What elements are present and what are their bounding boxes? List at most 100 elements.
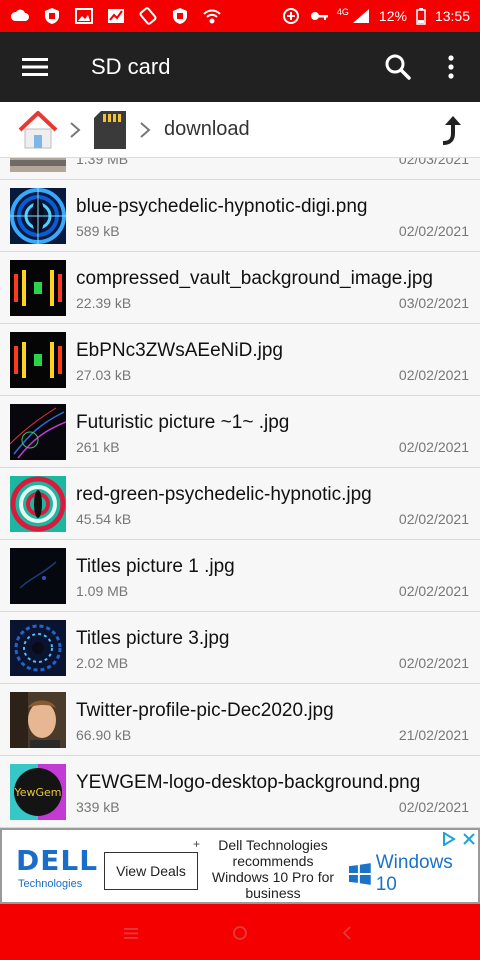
file-row[interactable]: YewGem YEWGEM-logo-desktop-background.pn… bbox=[0, 756, 480, 828]
thumb-red-green bbox=[10, 476, 66, 532]
wifi-hotspot-icon bbox=[202, 7, 222, 25]
thumb-portrait bbox=[10, 692, 66, 748]
windows-logo: Windows 10 bbox=[348, 852, 478, 896]
home-icon bbox=[18, 110, 58, 148]
ad-plus: + bbox=[193, 837, 201, 851]
file-date: 03/02/2021 bbox=[398, 295, 469, 311]
cloud-icon bbox=[10, 7, 30, 25]
status-bar: 4G 12% 13:55 bbox=[0, 0, 480, 32]
breadcrumb-current-folder[interactable]: download bbox=[164, 118, 250, 141]
chart-icon bbox=[106, 7, 126, 25]
file-name: compressed_vault_background_image.jpg bbox=[76, 268, 434, 289]
thumb-landscape bbox=[10, 158, 66, 172]
file-size: 22.39 kB bbox=[76, 295, 132, 311]
ad-brand: DELL bbox=[16, 844, 99, 877]
file-date: 02/02/2021 bbox=[398, 367, 469, 383]
rotate-icon bbox=[138, 7, 158, 25]
file-size: 589 kB bbox=[76, 223, 120, 239]
file-size: 66.90 kB bbox=[76, 727, 132, 743]
view-deals-button[interactable]: View Deals bbox=[104, 852, 198, 890]
file-date: 02/02/2021 bbox=[398, 583, 469, 599]
file-date: 02/02/2021 bbox=[398, 511, 469, 527]
page-title: SD card bbox=[91, 54, 171, 79]
ad-product: Windows 10 bbox=[375, 852, 453, 895]
search-button[interactable] bbox=[380, 49, 416, 85]
file-name: red-green-psychedelic-hypnotic.jpg bbox=[76, 484, 372, 505]
file-date: 02/03/2021 bbox=[398, 158, 469, 167]
back-icon bbox=[342, 926, 351, 940]
file-name: Titles picture 3.jpg bbox=[76, 628, 230, 649]
battery-icon bbox=[415, 7, 427, 25]
file-size: 339 kB bbox=[76, 799, 120, 815]
thumb-vault bbox=[10, 260, 66, 316]
back-button[interactable] bbox=[336, 922, 358, 944]
more-vert-icon bbox=[448, 55, 454, 79]
ad-choices-icon[interactable] bbox=[442, 832, 456, 846]
thumb-yewgem: YewGem bbox=[10, 764, 66, 820]
file-row[interactable]: Titles picture 3.jpg 2.02 MB 02/02/2021 bbox=[0, 612, 480, 684]
thumb-blue-psychedelic bbox=[10, 188, 66, 244]
file-row[interactable]: EbPNc3ZWsAEeNiD.jpg 27.03 kB 02/02/2021 bbox=[0, 324, 480, 396]
file-row[interactable]: 1.39 MB 02/03/2021 bbox=[0, 158, 480, 180]
sd-card-icon bbox=[94, 110, 126, 149]
file-name: EbPNc3ZWsAEeNiD.jpg bbox=[76, 340, 283, 361]
navigation-bar bbox=[0, 904, 480, 960]
ad-brand-sub: Technologies bbox=[18, 878, 83, 890]
file-row[interactable]: compressed_vault_background_image.jpg 22… bbox=[0, 252, 480, 324]
breadcrumb-home[interactable] bbox=[16, 108, 60, 152]
thumb-blue-swirl bbox=[10, 620, 66, 676]
file-date: 02/02/2021 bbox=[398, 223, 469, 239]
file-row[interactable]: Futuristic picture ~1~ .jpg 261 kB 02/02… bbox=[0, 396, 480, 468]
file-name: Titles picture 1 .jpg bbox=[76, 556, 235, 577]
circle-icon bbox=[233, 926, 247, 940]
windows-icon bbox=[348, 863, 371, 885]
file-list: 1.39 MB 02/03/2021 blue-psychedelic-hypn… bbox=[0, 158, 480, 828]
file-name: blue-psychedelic-hypnotic-digi.png bbox=[76, 196, 368, 217]
file-date: 02/02/2021 bbox=[398, 655, 469, 671]
close-ad-icon[interactable] bbox=[462, 832, 476, 846]
shield-icon bbox=[42, 7, 62, 25]
network-type: 4G bbox=[336, 7, 349, 17]
file-size: 261 kB bbox=[76, 439, 120, 455]
ad-banner[interactable]: DELL Technologies View Deals + Dell Tech… bbox=[0, 828, 480, 904]
more-options-button[interactable] bbox=[434, 49, 468, 85]
file-date: 21/02/2021 bbox=[398, 727, 469, 743]
file-row[interactable]: Titles picture 1 .jpg 1.09 MB 02/02/2021 bbox=[0, 540, 480, 612]
file-row[interactable]: Twitter-profile-pic-Dec2020.jpg 66.90 kB… bbox=[0, 684, 480, 756]
key-icon bbox=[309, 7, 329, 25]
file-name: Futuristic picture ~1~ .jpg bbox=[76, 412, 290, 433]
chevron-right-icon bbox=[64, 119, 86, 141]
thumb-vault bbox=[10, 332, 66, 388]
yewgem-logo-text: YewGem bbox=[13, 786, 61, 799]
file-row[interactable]: red-green-psychedelic-hypnotic.jpg 45.54… bbox=[0, 468, 480, 540]
search-icon bbox=[385, 54, 411, 80]
image-icon bbox=[74, 7, 94, 25]
dell-logo: DELL Technologies bbox=[16, 844, 97, 892]
recent-apps-button[interactable] bbox=[120, 922, 142, 944]
breadcrumb: download bbox=[0, 102, 480, 158]
chevron-right-icon bbox=[134, 119, 156, 141]
file-row[interactable]: blue-psychedelic-hypnotic-digi.png 589 k… bbox=[0, 180, 480, 252]
data-saver-icon bbox=[281, 7, 301, 25]
breadcrumb-sd-card[interactable] bbox=[90, 108, 130, 152]
app-bar: SD card bbox=[0, 32, 480, 102]
hamburger-icon bbox=[22, 58, 48, 76]
parent-folder-button[interactable] bbox=[432, 112, 468, 148]
file-date: 02/02/2021 bbox=[398, 799, 469, 815]
signal-icon bbox=[351, 7, 371, 25]
file-size: 45.54 kB bbox=[76, 511, 132, 527]
thumb-dark bbox=[10, 548, 66, 604]
home-button[interactable] bbox=[229, 922, 251, 944]
thumb-futuristic bbox=[10, 404, 66, 460]
menu-lines-icon bbox=[124, 928, 138, 939]
file-size: 1.39 MB bbox=[76, 158, 129, 167]
file-name: YEWGEM-logo-desktop-background.png bbox=[76, 772, 421, 793]
battery-percent: 12% bbox=[378, 8, 407, 24]
level-up-icon bbox=[442, 116, 461, 145]
file-size: 1.09 MB bbox=[76, 583, 129, 599]
ad-text: Dell Technologies recommends Windows 10 … bbox=[211, 837, 335, 901]
file-date: 02/02/2021 bbox=[398, 439, 469, 455]
menu-button[interactable] bbox=[0, 32, 70, 102]
file-size: 27.03 kB bbox=[76, 367, 132, 383]
clock: 13:55 bbox=[434, 8, 470, 24]
